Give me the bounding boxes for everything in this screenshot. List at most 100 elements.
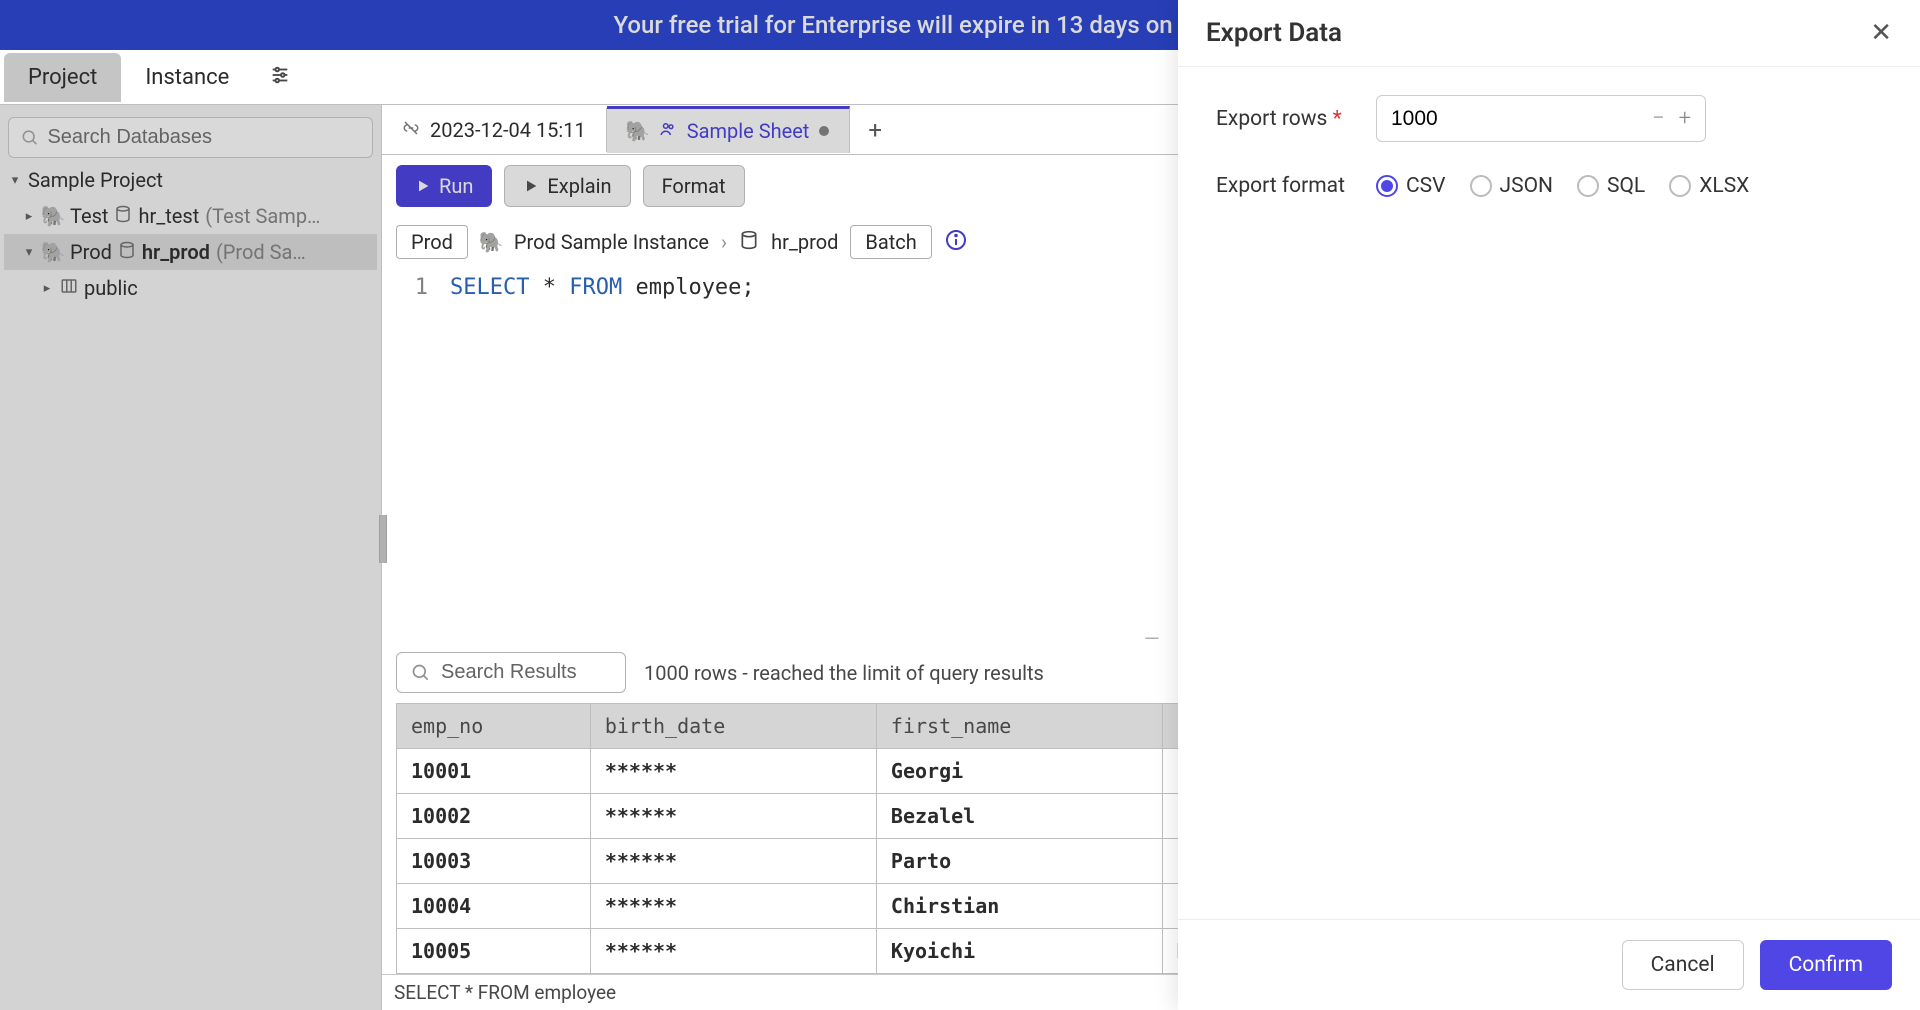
export-rows-label: Export rows *	[1216, 107, 1356, 131]
postgres-icon: 🐘	[42, 241, 64, 263]
search-databases-input[interactable]	[47, 126, 360, 149]
radio-icon	[1577, 175, 1599, 197]
format-button[interactable]: Format	[643, 165, 745, 207]
table-cell: Georgi	[876, 749, 1162, 794]
code-line: SELECT * FROM employee;	[442, 275, 755, 626]
export-rows-input[interactable]: − +	[1376, 95, 1706, 142]
format-label: SQL	[1607, 174, 1645, 198]
radio-icon	[1470, 175, 1492, 197]
radio-icon	[1376, 175, 1398, 197]
table-cell: 10005	[397, 929, 591, 974]
table-cell: Kyoichi	[876, 929, 1162, 974]
database-icon	[118, 240, 136, 264]
export-format-label: Export format	[1216, 174, 1356, 198]
table-cell: Chirstian	[876, 884, 1162, 929]
search-databases[interactable]	[8, 117, 373, 158]
search-icon	[411, 663, 431, 683]
table-cell: 10003	[397, 839, 591, 884]
radio-icon	[1669, 175, 1691, 197]
tree-item-test[interactable]: ▸ 🐘 Test hr_test (Test Samp…	[4, 198, 377, 234]
column-header[interactable]: first_name	[876, 704, 1162, 749]
format-label: CSV	[1406, 174, 1446, 198]
database-icon	[114, 204, 132, 228]
vertical-split-handle[interactable]	[379, 515, 387, 563]
file-tab-sample-sheet[interactable]: 🐘 Sample Sheet	[607, 106, 851, 153]
caret-right-icon: ▸	[40, 281, 54, 296]
column-header[interactable]: emp_no	[397, 704, 591, 749]
column-header[interactable]: birth_date	[590, 704, 876, 749]
format-option-sql[interactable]: SQL	[1577, 174, 1645, 198]
unsaved-indicator	[819, 126, 829, 136]
close-icon[interactable]: ✕	[1870, 18, 1892, 48]
file-tab-label: 2023-12-04 15:11	[430, 118, 586, 142]
tree-db-label: hr_test	[138, 204, 199, 228]
tree-schema-label: public	[84, 276, 138, 300]
db-name[interactable]: hr_prod	[771, 230, 838, 254]
caret-down-icon: ▾	[22, 245, 36, 260]
format-option-json[interactable]: JSON	[1470, 174, 1553, 198]
caret-down-icon: ▾	[8, 173, 22, 188]
file-tab-label: Sample Sheet	[687, 119, 810, 143]
table-cell: Bezalel	[876, 794, 1162, 839]
link-off-icon	[402, 118, 420, 142]
run-button[interactable]: Run	[396, 165, 492, 207]
tree-root[interactable]: ▾ Sample Project	[4, 162, 377, 198]
explain-button[interactable]: Explain	[504, 165, 630, 207]
tree-schema[interactable]: ▸ public	[4, 270, 377, 306]
format-label: XLSX	[1699, 174, 1749, 198]
table-cell: ******	[590, 794, 876, 839]
export-body: Export rows * − + Export format CSV JSON S…	[1178, 67, 1920, 919]
results-summary: 1000 rows - reached the limit of query r…	[644, 661, 1044, 685]
increment-button[interactable]: +	[1679, 106, 1691, 131]
results-search-input[interactable]	[441, 661, 611, 684]
settings-icon[interactable]	[261, 56, 299, 98]
format-option-xlsx[interactable]: XLSX	[1669, 174, 1749, 198]
format-option-csv[interactable]: CSV	[1376, 174, 1446, 198]
file-tab-timestamp[interactable]: 2023-12-04 15:11	[382, 108, 607, 152]
users-icon	[659, 119, 677, 143]
caret-right-icon: ▸	[22, 209, 36, 224]
schema-icon	[60, 276, 78, 300]
env-badge[interactable]: Prod	[396, 225, 468, 259]
confirm-button[interactable]: Confirm	[1760, 940, 1892, 990]
database-icon	[739, 230, 759, 255]
cancel-button[interactable]: Cancel	[1622, 940, 1744, 990]
export-title: Export Data	[1206, 18, 1342, 48]
info-icon[interactable]	[944, 228, 968, 257]
table-cell: 10004	[397, 884, 591, 929]
tab-project[interactable]: Project	[4, 53, 121, 102]
table-cell: ******	[590, 884, 876, 929]
table-cell: ******	[590, 749, 876, 794]
run-label: Run	[439, 174, 473, 198]
rows-value-input[interactable]	[1391, 107, 1571, 131]
format-label: JSON	[1500, 174, 1553, 198]
play-outline-icon	[523, 178, 539, 194]
postgres-icon: 🐘	[42, 205, 64, 227]
batch-badge[interactable]: Batch	[850, 225, 931, 259]
tree-env-label: Prod	[70, 240, 112, 264]
table-cell: Parto	[876, 839, 1162, 884]
search-icon	[21, 128, 39, 148]
decrement-button[interactable]: −	[1652, 106, 1665, 131]
format-label: Format	[662, 174, 726, 198]
instance-name[interactable]: Prod Sample Instance	[514, 230, 709, 254]
postgres-icon: 🐘	[480, 231, 502, 253]
table-cell: ******	[590, 929, 876, 974]
results-search[interactable]	[396, 652, 626, 693]
export-footer: Cancel Confirm	[1178, 919, 1920, 1010]
export-panel: Export Data ✕ Export rows * − + Export f…	[1178, 0, 1920, 1010]
table-cell: 10001	[397, 749, 591, 794]
format-radio-group: CSV JSON SQL XLSX	[1376, 174, 1749, 198]
tree-db-label: hr_prod	[142, 240, 210, 264]
tree-root-label: Sample Project	[28, 168, 163, 192]
play-icon	[415, 178, 431, 194]
explain-label: Explain	[547, 174, 611, 198]
tree-env-label: Test	[70, 204, 108, 228]
table-cell: 10002	[397, 794, 591, 839]
tree-secondary: (Prod Sa…	[216, 240, 306, 264]
line-gutter: 1	[382, 275, 442, 626]
tree-item-prod[interactable]: ▾ 🐘 Prod hr_prod (Prod Sa…	[4, 234, 377, 270]
add-tab-button[interactable]: +	[850, 106, 900, 154]
export-header: Export Data ✕	[1178, 0, 1920, 67]
tab-instance[interactable]: Instance	[121, 53, 253, 102]
